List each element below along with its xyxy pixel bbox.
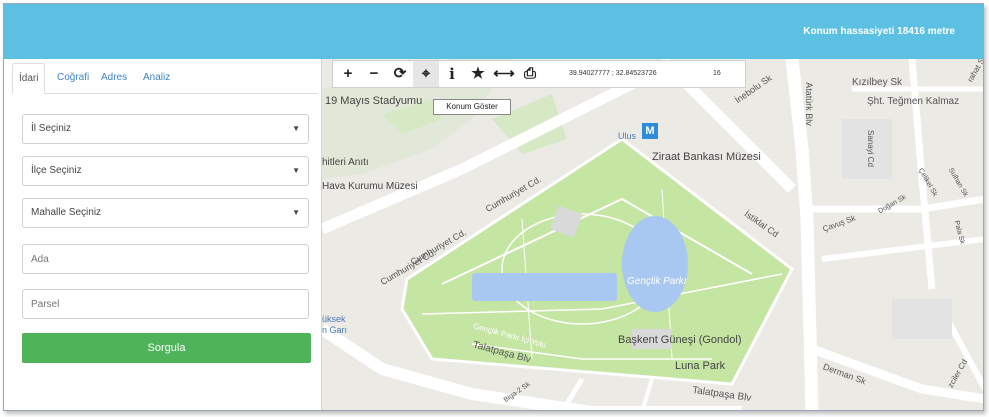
locate-icon[interactable]: ⌖ — [413, 61, 439, 87]
locate-tooltip: Konum Göster — [433, 99, 511, 115]
map-label-street: Kızılbey Sk — [852, 77, 903, 88]
tab-idari[interactable]: İdari — [12, 63, 46, 94]
map-label-stadium: 19 Mayıs Stadyumu — [325, 95, 423, 107]
district-select[interactable]: İlçe Seçiniz ▼ — [22, 156, 309, 186]
refresh-icon[interactable]: ⟳ — [387, 61, 413, 87]
map-label-ziraat: Ziraat Bankası Müzesi — [652, 151, 761, 163]
district-select-value: İlçe Seçiniz — [31, 165, 82, 176]
info-icon[interactable]: i — [439, 61, 465, 87]
query-button[interactable]: Sorgula — [22, 333, 311, 363]
precision-text: Konum hassasiyeti 18416 metre — [803, 26, 955, 37]
map-canvas — [322, 59, 983, 410]
map-label-monument: hitleri Anıtı — [322, 157, 369, 168]
map-label-luna: Luna Park — [675, 360, 726, 372]
measure-icon[interactable]: ⟷ — [491, 61, 517, 87]
coordinate-readout: 39.94027777 ; 32.84523726 — [569, 70, 657, 77]
tab-bar: İdari Coğrafi Adres Analiz — [12, 63, 318, 94]
map-label-street: Sanayi Cd — [865, 130, 875, 167]
map-label-baskent: Başkent Güneşi (Gondol) — [618, 334, 742, 346]
neighborhood-select-value: Mahalle Seçiniz — [31, 207, 102, 218]
zoom-in-button[interactable]: + — [335, 61, 361, 87]
zoom-level-readout: 16 — [713, 70, 721, 77]
metro-icon: M — [642, 123, 658, 139]
map-label-train: n Garı — [322, 325, 348, 335]
province-select-value: İl Seçiniz — [31, 123, 72, 134]
chevron-down-icon: ▼ — [292, 124, 300, 133]
map-label-genclik: Gençlik Parkı — [627, 276, 687, 287]
tab-cografi[interactable]: Coğrafi — [57, 63, 89, 93]
map-label-street: Atatürk Blv — [803, 82, 814, 126]
chevron-down-icon: ▼ — [292, 166, 300, 175]
print-icon[interactable]: ⎙ — [517, 61, 543, 87]
map-label-train: üksek — [322, 314, 346, 324]
parcel-input[interactable] — [22, 289, 309, 319]
tab-analiz[interactable]: Analiz — [143, 63, 170, 93]
block-input[interactable] — [22, 244, 309, 274]
star-icon[interactable]: ★ — [465, 61, 491, 87]
zoom-out-button[interactable]: − — [361, 61, 387, 87]
neighborhood-select[interactable]: Mahalle Seçiniz ▼ — [22, 198, 309, 228]
map-view[interactable]: 19 Mayıs Stadyumu hitleri Anıtı Hava Kur… — [322, 59, 983, 410]
query-panel: İdari Coğrafi Adres Analiz İl Seçiniz ▼ … — [4, 59, 322, 410]
map-toolbar: + − ⟳ ⌖ i ★ ⟷ ⎙ 39.94027777 ; 32.8452372… — [332, 60, 746, 88]
map-label-ulus: Ulus — [618, 131, 637, 141]
chevron-down-icon: ▼ — [292, 208, 300, 217]
header-bar: Konum hassasiyeti 18416 metre — [4, 4, 983, 59]
map-label-aviation-museum: Hava Kurumu Müzesi — [322, 181, 418, 192]
tab-adres[interactable]: Adres — [101, 63, 127, 93]
app-window: Konum hassasiyeti 18416 metre İdari Coğr… — [3, 3, 984, 411]
province-select[interactable]: İl Seçiniz ▼ — [22, 114, 309, 144]
map-label-street: Şht. Teğmen Kalmaz — [867, 96, 960, 107]
